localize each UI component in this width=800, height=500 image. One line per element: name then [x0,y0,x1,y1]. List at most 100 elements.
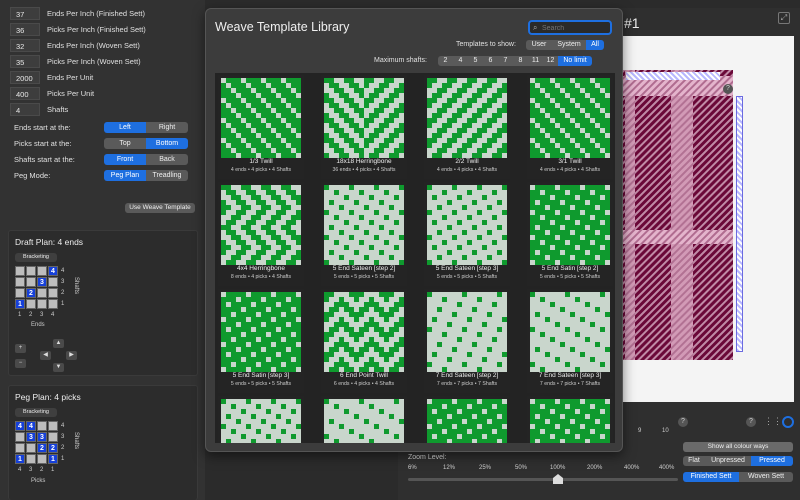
chevron-up-icon[interactable]: ▲ [53,339,64,348]
pressed-option[interactable]: Pressed [751,456,793,466]
treadling-option[interactable]: Treadling [146,170,188,181]
ruler-icon[interactable]: ⋮⋮ [764,416,782,428]
grid-cell[interactable] [48,277,58,287]
parameter-value-field[interactable]: 32 [10,39,40,52]
template-tile[interactable]: 5 End Satin [step 2] 5 ends • 5 picks • 5… [527,182,613,286]
grid-cell[interactable]: 1 [15,299,25,309]
help-icon[interactable]: ? [746,417,756,427]
template-tile[interactable]: 7 End Sateen [step 2] 7 ends • 7 picks • … [424,289,510,393]
system-option[interactable]: System [552,40,586,50]
grid-cell[interactable] [15,288,25,298]
templates-source-toggle[interactable]: User System All [526,40,604,50]
template-tile[interactable] [321,396,407,443]
grid-cell[interactable] [48,432,58,442]
template-tile[interactable]: 4x4 Herringbone 8 ends • 4 picks • 4 Shaf… [218,182,304,286]
template-tile[interactable]: 1/3 Twill 4 ends • 4 picks • 4 Shafts [218,75,304,179]
parameter-value-field[interactable]: 37 [10,7,40,20]
grid-cell[interactable] [37,266,47,276]
parameter-value-field[interactable]: 2000 [10,71,40,84]
picks-bottom-option[interactable]: Bottom [146,138,188,149]
chevron-down-icon[interactable]: ▼ [53,363,64,372]
search-input[interactable] [542,23,608,33]
target-icon[interactable] [782,416,794,428]
grid-cell[interactable] [15,266,25,276]
use-weave-template-button[interactable]: Use Weave Template [125,203,195,213]
grid-cell[interactable] [15,432,25,442]
grid-cell[interactable] [48,421,58,431]
grid-cell[interactable] [48,288,58,298]
user-option[interactable]: User [526,40,552,50]
shafts-front-option[interactable]: Front [104,154,146,165]
grid-cell[interactable] [37,299,47,309]
sett-toggle[interactable]: Finished Sett Woven Sett [683,472,793,482]
template-tile[interactable] [527,396,613,443]
grid-cell[interactable]: 4 [15,421,25,431]
grid-cell[interactable] [37,421,47,431]
grid-cell[interactable] [26,443,36,453]
template-tile[interactable]: 5 End Satin [step 3] 5 ends • 5 picks • 5… [218,289,304,393]
show-all-colour-ways-button[interactable]: Show all colour ways [683,442,793,452]
picks-start-toggle[interactable]: Top Bottom [104,138,188,149]
grid-cell[interactable]: 1 [15,454,25,464]
template-tile[interactable]: 6 End Point Twill 6 ends • 4 picks • 4 Sh… [321,289,407,393]
grid-cell[interactable]: 4 [48,266,58,276]
grid-cell[interactable] [26,299,36,309]
grid-cell[interactable] [26,266,36,276]
picks-top-option[interactable]: Top [104,138,146,149]
max-shafts-option[interactable]: 7 [498,56,513,66]
expand-icon[interactable]: ⤢ [778,12,790,24]
grid-cell[interactable] [48,299,58,309]
template-tile[interactable]: 3/1 Twill 4 ends • 4 picks • 4 Shafts [527,75,613,179]
max-shafts-option[interactable]: 8 [513,56,528,66]
zoom-slider[interactable] [408,478,678,481]
parameter-value-field[interactable]: 400 [10,87,40,100]
chevron-right-icon[interactable]: ▶ [66,351,77,360]
template-tile[interactable]: 7 End Sateen [step 3] 7 ends • 7 picks • … [527,289,613,393]
grid-cell[interactable]: 4 [26,421,36,431]
help-icon[interactable]: ? [678,417,688,427]
ends-start-toggle[interactable]: Left Right [104,122,188,133]
max-shafts-option[interactable]: 12 [543,56,558,66]
grid-cell[interactable] [37,288,47,298]
grid-cell[interactable] [26,454,36,464]
parameter-value-field[interactable]: 4 [10,103,40,116]
flat-option[interactable]: Flat [683,456,705,466]
max-shafts-option[interactable]: 11 [528,56,543,66]
grid-cell[interactable]: 1 [48,454,58,464]
peg-mode-toggle[interactable]: Peg Plan Treadling [104,170,188,181]
template-tile[interactable] [218,396,304,443]
max-shafts-option[interactable]: 4 [453,56,468,66]
remove-icon[interactable]: − [15,359,26,368]
template-tile[interactable]: 5 End Sateen [step 2] 5 ends • 5 picks • … [321,182,407,286]
grid-cell[interactable] [15,277,25,287]
grid-cell[interactable]: 3 [26,432,36,442]
press-toggle[interactable]: Flat Unpressed Pressed [683,456,793,466]
max-shafts-option[interactable]: 6 [483,56,498,66]
template-tile[interactable]: 18x18 Herringbone 36 ends • 4 picks • 4 S… [321,75,407,179]
shafts-back-option[interactable]: Back [146,154,188,165]
search-field[interactable]: ⌕ [528,20,612,35]
all-option[interactable]: All [586,40,604,50]
peg-bracketing-button[interactable]: Bracketing [15,408,57,417]
add-icon[interactable]: + [15,344,26,353]
parameter-value-field[interactable]: 36 [10,23,40,36]
grid-cell[interactable]: 2 [37,443,47,453]
ends-right-option[interactable]: Right [146,122,188,133]
grid-cell[interactable] [15,443,25,453]
unpressed-option[interactable]: Unpressed [705,456,751,466]
chevron-left-icon[interactable]: ◀ [40,351,51,360]
help-icon[interactable]: ? [723,84,733,94]
max-shafts-option[interactable]: 5 [468,56,483,66]
peg-plan-option[interactable]: Peg Plan [104,170,146,181]
grid-cell[interactable]: 2 [48,443,58,453]
grid-cell[interactable]: 2 [26,288,36,298]
woven-sett-option[interactable]: Woven Sett [739,472,793,482]
finished-sett-option[interactable]: Finished Sett [683,472,739,482]
draft-bracketing-button[interactable]: Bracketing [15,253,57,262]
grid-cell[interactable] [37,454,47,464]
maximum-shafts-toggle[interactable]: 2 4 5 6 7 8 11 12 No limit [438,56,592,66]
ends-left-option[interactable]: Left [104,122,146,133]
grid-cell[interactable] [26,277,36,287]
max-shafts-option[interactable]: No limit [558,56,592,66]
grid-cell[interactable]: 3 [37,432,47,442]
